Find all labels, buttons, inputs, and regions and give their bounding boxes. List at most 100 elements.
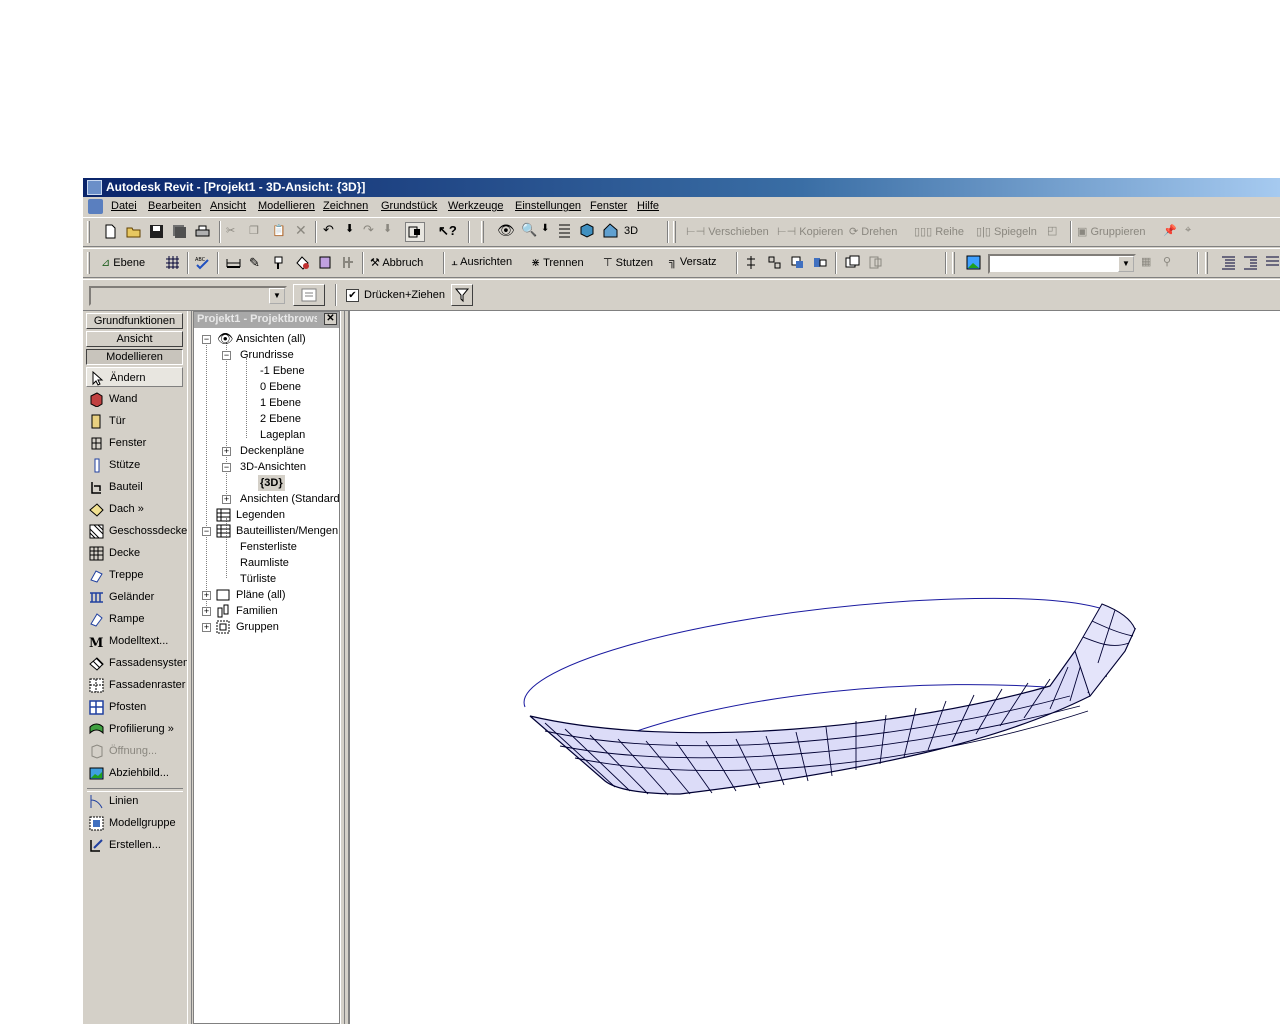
link-element-icon[interactable] (813, 255, 828, 270)
tool-aendern[interactable]: Ändern (86, 367, 183, 387)
thin-lines-icon[interactable] (405, 222, 425, 242)
zoom-dropdown-icon[interactable]: ⬇ (541, 223, 549, 234)
list-indent-icon[interactable] (1221, 255, 1236, 270)
tree-view-3d[interactable]: {3D} (258, 475, 285, 491)
chevron-down-icon[interactable]: ▼ (1118, 256, 1134, 272)
print-icon[interactable] (195, 224, 210, 239)
tool-erstellen[interactable]: Erstellen... (89, 835, 161, 855)
close-icon[interactable]: ✕ (324, 313, 337, 325)
kopieren-button[interactable]: ⊢⊣ Kopieren (777, 225, 843, 238)
ebene-button[interactable]: ⊿ Ebene (101, 256, 145, 269)
panel-splitter[interactable] (187, 311, 192, 1024)
tool-rampe[interactable]: Rampe (89, 609, 144, 629)
view-eye-icon[interactable]: 👁 (497, 222, 515, 239)
versatz-button[interactable]: ╗ Versatz (669, 256, 717, 268)
druecken-ziehen-label[interactable]: Drücken+Ziehen (364, 289, 445, 301)
new-icon[interactable] (103, 224, 118, 239)
resize-icon[interactable]: ◰ (1047, 224, 1057, 237)
menu-zeichnen[interactable]: Zeichnen (323, 200, 368, 212)
tool-dach[interactable]: Dach » (89, 499, 144, 519)
tree-level-1[interactable]: 1 Ebene (260, 395, 301, 411)
cut-icon[interactable]: ✂ (226, 224, 235, 237)
wall-joins-icon[interactable] (341, 255, 356, 270)
3d-box-icon[interactable] (580, 223, 595, 238)
gruppieren-button[interactable]: ▣ Gruppieren (1077, 225, 1146, 238)
spiegeln-button[interactable]: ▯|▯ Spiegeln (976, 225, 1037, 238)
tool-modelltext[interactable]: M Modelltext... (89, 631, 168, 651)
help-pointer-icon[interactable]: ↖? (438, 223, 457, 239)
tree-raumliste[interactable]: Raumliste (240, 555, 289, 571)
tree-fensterliste[interactable]: Fensterliste (240, 539, 297, 555)
split-face-icon[interactable] (295, 255, 310, 270)
expand-icon[interactable]: + (222, 447, 231, 456)
toolbar-grip[interactable] (87, 221, 90, 243)
reihe-button[interactable]: ▯▯▯ Reihe (914, 225, 964, 238)
house-3d-icon[interactable] (603, 223, 618, 238)
properties-button[interactable] (293, 284, 325, 306)
menu-grundstueck[interactable]: Grundstück (381, 200, 437, 212)
tree-tuerliste[interactable]: Türliste (240, 571, 276, 587)
menu-werkzeuge[interactable]: Werkzeuge (448, 200, 503, 212)
menu-bearbeiten[interactable]: Bearbeiten (148, 200, 201, 212)
type-selector-combo[interactable]: ▼ (89, 286, 287, 306)
image-icon[interactable] (966, 255, 981, 270)
list-extra-icon[interactable] (1265, 255, 1280, 270)
tool-fassadensystem[interactable]: Fassadensystem (89, 653, 192, 673)
abbruch-button[interactable]: ⚒ Abbruch (370, 256, 423, 269)
image-settings-icon[interactable]: ▦ (1141, 255, 1151, 268)
expand-icon[interactable]: + (202, 607, 211, 616)
section-box-icon[interactable] (557, 223, 572, 238)
image-link-icon[interactable]: ⚲ (1163, 255, 1171, 268)
tab-grundfunktionen[interactable]: Grundfunktionen (86, 313, 183, 329)
drehen-button[interactable]: ⟳ Drehen (849, 225, 897, 238)
pin-icon[interactable]: 📌 (1163, 224, 1177, 237)
tool-fassadenraster[interactable]: Fassadenraster (89, 675, 185, 695)
save-icon[interactable] (149, 224, 164, 239)
copy-paste-aligned-icon[interactable] (767, 255, 782, 270)
druecken-ziehen-checkbox[interactable]: ✔ (346, 289, 359, 302)
list-outdent-icon[interactable] (1243, 255, 1258, 270)
view-3d-label[interactable]: 3D (624, 225, 638, 237)
tool-decke[interactable]: Decke (89, 543, 140, 563)
filter-button[interactable] (451, 284, 473, 306)
copy-monitor-icon[interactable] (744, 255, 759, 270)
save-all-icon[interactable] (172, 224, 187, 239)
tool-gelaender[interactable]: Geländer (89, 587, 154, 607)
toolbar-grip[interactable] (481, 221, 484, 243)
redo-icon[interactable]: ↷ (363, 222, 374, 238)
menu-ansicht[interactable]: Ansicht (210, 200, 246, 212)
ausrichten-button[interactable]: ⫠ Ausrichten (451, 256, 512, 269)
tool-oeffnung[interactable]: Öffnung... (89, 741, 157, 761)
tool-treppe[interactable]: Treppe (89, 565, 143, 585)
tool-fenster[interactable]: Fenster (89, 433, 146, 453)
paste-icon[interactable]: 📋 (272, 224, 286, 237)
trennen-button[interactable]: ⋇ Trennen (531, 256, 584, 269)
dimension-icon[interactable] (226, 255, 241, 270)
unpin-icon[interactable]: ⌖ (1185, 224, 1191, 237)
stutzen-button[interactable]: ⊤ Stutzen (603, 256, 653, 269)
panel-splitter[interactable] (340, 311, 345, 1024)
tool-bauteil[interactable]: Bauteil (89, 477, 143, 497)
paint-icon[interactable] (272, 255, 287, 270)
expand-icon[interactable]: + (222, 495, 231, 504)
delete-icon[interactable]: ✕ (295, 222, 307, 239)
load-family-icon[interactable] (845, 255, 860, 270)
zoom-icon[interactable]: 🔍 (521, 222, 537, 238)
view-template-combo[interactable]: ▼ (988, 254, 1136, 274)
toolbar-grip[interactable] (673, 221, 676, 243)
tool-linien[interactable]: Linien (89, 791, 138, 811)
join-geometry-icon[interactable] (318, 255, 333, 270)
tree-level-2[interactable]: 2 Ebene (260, 411, 301, 427)
toolbar-grip[interactable] (87, 252, 90, 274)
collapse-icon[interactable]: − (202, 527, 211, 536)
tool-profilierung[interactable]: Profilierung » (89, 719, 174, 739)
tool-wand[interactable]: Wand (89, 389, 137, 409)
tree-lageplan[interactable]: Lageplan (260, 427, 305, 443)
tool-abziehbild[interactable]: Abziehbild... (89, 763, 169, 783)
tab-modellieren[interactable]: Modellieren (86, 349, 183, 365)
tool-modellgruppe[interactable]: Modellgruppe (89, 813, 176, 833)
select-region-icon[interactable] (790, 255, 805, 270)
tool-pfosten[interactable]: Pfosten (89, 697, 146, 717)
undo-list-icon[interactable]: ⬇ (345, 222, 354, 235)
menu-hilfe[interactable]: Hilfe (637, 200, 659, 212)
